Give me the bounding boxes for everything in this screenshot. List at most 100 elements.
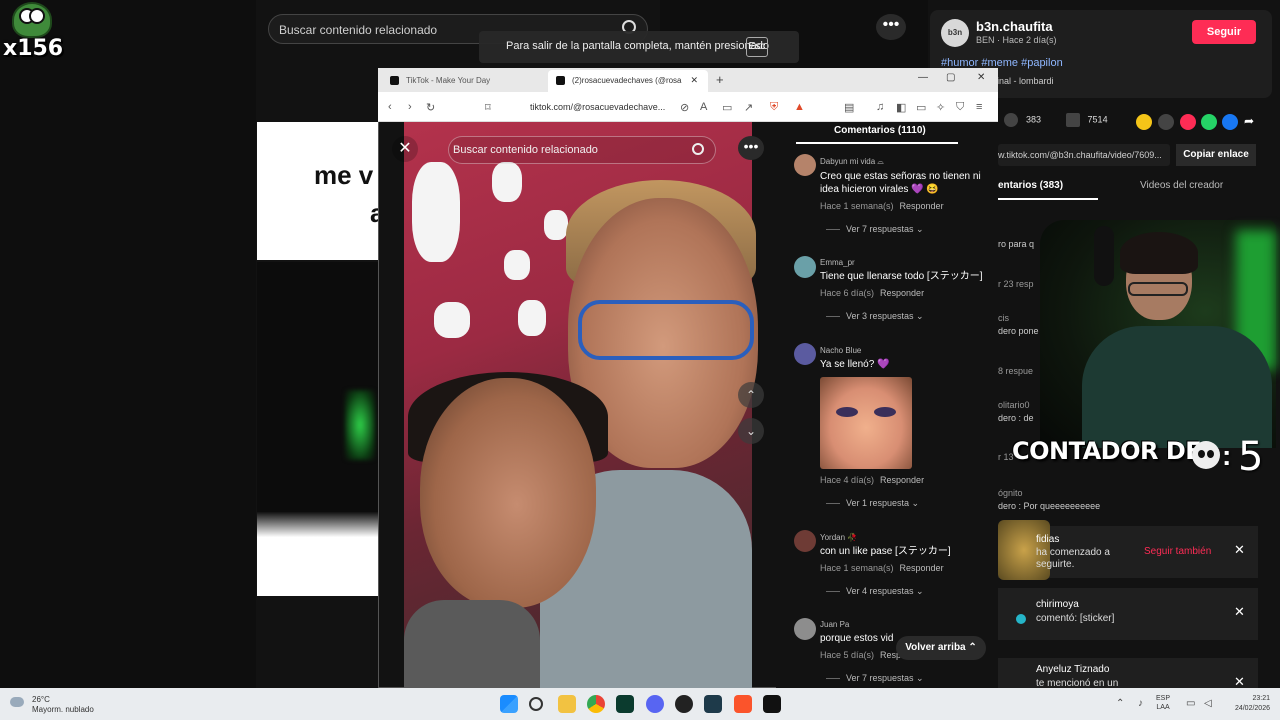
avatar[interactable] (794, 256, 816, 278)
search-input[interactable]: Buscar contenido relacionado (448, 136, 716, 164)
follow-back-button[interactable]: Seguir también (1144, 546, 1211, 557)
avatar[interactable] (794, 154, 816, 176)
tab-creator-videos[interactable]: Videos del creador (1140, 180, 1223, 191)
menu-icon[interactable]: ≡ (976, 101, 982, 113)
extension-icon[interactable]: ⊘ (680, 101, 689, 114)
clock[interactable]: 23:21 24/02/2026 (1224, 694, 1270, 714)
brave-icon[interactable] (734, 695, 752, 713)
next-video-button[interactable]: ⌄ (738, 418, 764, 444)
webcam-person-hair (1120, 232, 1198, 274)
comment-author[interactable]: Juan Pa (820, 620, 849, 629)
close-tab-icon[interactable]: ✕ (690, 75, 698, 86)
browser-tab[interactable]: TikTok - Make Your Day (382, 70, 542, 92)
view-replies-button[interactable]: Ver 7 respuestas ⌄ (826, 673, 924, 684)
maximize-icon[interactable]: ▢ (946, 72, 955, 83)
volume-icon[interactable]: ◁ (1204, 698, 1212, 709)
back-to-top-button[interactable]: Volver arriba ⌃ (896, 636, 986, 660)
app-icon[interactable] (704, 695, 722, 713)
terminal-icon[interactable] (616, 695, 634, 713)
video-sticker (434, 302, 470, 338)
address-bar[interactable]: tiktok.com/@rosacuevadechave... (506, 98, 806, 116)
video-person-face-2 (420, 378, 596, 608)
new-tab-button[interactable]: + (716, 72, 724, 87)
reply-button[interactable]: Responder (880, 288, 924, 298)
notification-name: chirimoya (1036, 599, 1079, 610)
sound-label[interactable]: ginal - lombardi (992, 76, 1054, 86)
reply-button[interactable]: Responder (900, 201, 944, 211)
avatar[interactable] (794, 618, 816, 640)
comment-author[interactable]: Nacho Blue (820, 346, 861, 355)
leo-icon[interactable]: ✧ (936, 101, 945, 114)
weather-widget[interactable]: 26°C Mayorm. nublado (32, 695, 94, 715)
follow-button[interactable]: Seguir (1192, 20, 1256, 44)
avatar[interactable] (794, 530, 816, 552)
bookmark-icon[interactable]: ⌑ (485, 101, 491, 114)
close-window-icon[interactable]: ✕ (977, 72, 985, 83)
share-icon[interactable]: ↗ (744, 101, 753, 114)
browser-tab-active[interactable]: (2)rosacuevadechaves (@rosa ✕ (548, 70, 708, 92)
embed-icon[interactable] (1158, 114, 1174, 130)
vpn-icon[interactable]: ⛉ (956, 101, 964, 114)
share-arrow-icon[interactable]: ➦ (1244, 114, 1254, 128)
search-icon[interactable] (529, 697, 543, 711)
emoji-share-icon[interactable] (1136, 114, 1152, 130)
comment-author[interactable]: Emma_pr (820, 258, 855, 267)
notification-item[interactable]: chirimoya comentó: [sticker] ✕ (998, 588, 1258, 640)
comment-icon[interactable] (1004, 113, 1018, 127)
translate-icon[interactable]: A (700, 101, 707, 113)
reply-button[interactable]: Responder (900, 563, 944, 573)
notification-item[interactable]: Anyeluz Tiznado te mencionó en un ✕ (998, 658, 1258, 689)
epic-games-icon[interactable] (763, 695, 781, 713)
forward-icon[interactable]: › (408, 101, 412, 113)
language-indicator[interactable]: ESP LAA (1156, 694, 1170, 712)
more-options-button[interactable]: ••• (738, 136, 764, 160)
comment-text: Creo que estas señoras no tienen ni idea… (820, 171, 981, 195)
network-icon[interactable]: ▭ (1186, 698, 1195, 709)
sidebar-icon[interactable]: ▤ (844, 101, 854, 114)
brave-shield-icon[interactable]: ⛨ (770, 101, 778, 114)
whatsapp-icon[interactable] (1201, 114, 1217, 130)
minimize-icon[interactable]: — (918, 72, 928, 83)
music-icon[interactable]: ♫ (876, 101, 884, 113)
facebook-icon[interactable] (1222, 114, 1238, 130)
view-replies-button[interactable]: Ver 7 respuestas ⌄ (826, 224, 924, 235)
tray-chevron-icon[interactable]: ⌃ (1116, 698, 1124, 709)
view-replies-button[interactable]: Ver 1 respuesta ⌄ (826, 498, 919, 509)
notification-item[interactable]: fidias ha comenzado a seguirte. ✕ (998, 520, 1258, 580)
comment-image[interactable] (820, 377, 912, 469)
view-replies-button[interactable]: Ver 4 respuestas ⌄ (826, 586, 924, 597)
comment-meta: Hace 1 semana(s) Responder (820, 563, 944, 573)
obs-icon[interactable] (675, 695, 693, 713)
more-options-button[interactable]: ••• (876, 14, 906, 40)
close-icon[interactable]: ✕ (1234, 604, 1245, 620)
copy-link-button[interactable]: Copiar enlace (1176, 144, 1256, 166)
comment-meta: Hace 4 día(s) Responder (820, 475, 924, 485)
comment-author[interactable]: Yordan 🥀 (820, 533, 857, 542)
weather-cloud-icon[interactable] (10, 697, 24, 707)
back-icon[interactable]: ‹ (388, 101, 392, 113)
wallet-icon[interactable]: ▭ (916, 101, 926, 114)
comment-author[interactable]: Dabyun mi vida ⌓ (820, 157, 884, 167)
avatar[interactable] (794, 343, 816, 365)
reply-button[interactable]: Responder (880, 475, 924, 485)
close-video-button[interactable]: ✕ (392, 136, 418, 162)
bookmark-icon[interactable] (1065, 113, 1080, 127)
close-icon[interactable]: ✕ (1234, 542, 1245, 558)
send-icon[interactable] (1180, 114, 1196, 130)
chrome-icon[interactable] (587, 695, 605, 713)
screenshot-icon[interactable]: ▭ (722, 101, 732, 114)
tab-comments[interactable]: entarios (383) (998, 180, 1063, 191)
search-icon[interactable] (692, 143, 704, 155)
microphone-icon[interactable]: ♪ (1138, 698, 1143, 709)
reload-icon[interactable]: ↻ (426, 101, 435, 114)
username[interactable]: b3n.chaufita (976, 19, 1053, 34)
brave-rewards-icon[interactable]: ▲ (794, 101, 805, 113)
panel-icon[interactable]: ◧ (896, 101, 906, 114)
discord-icon[interactable] (646, 695, 664, 713)
view-replies-button[interactable]: Ver 3 respuestas ⌄ (826, 311, 924, 322)
avatar[interactable]: b3n (941, 19, 969, 47)
comments-tab[interactable]: Comentarios (1110) (834, 125, 926, 136)
previous-video-button[interactable]: ⌃ (738, 382, 764, 408)
start-icon[interactable] (500, 695, 518, 713)
file-explorer-icon[interactable] (558, 695, 576, 713)
